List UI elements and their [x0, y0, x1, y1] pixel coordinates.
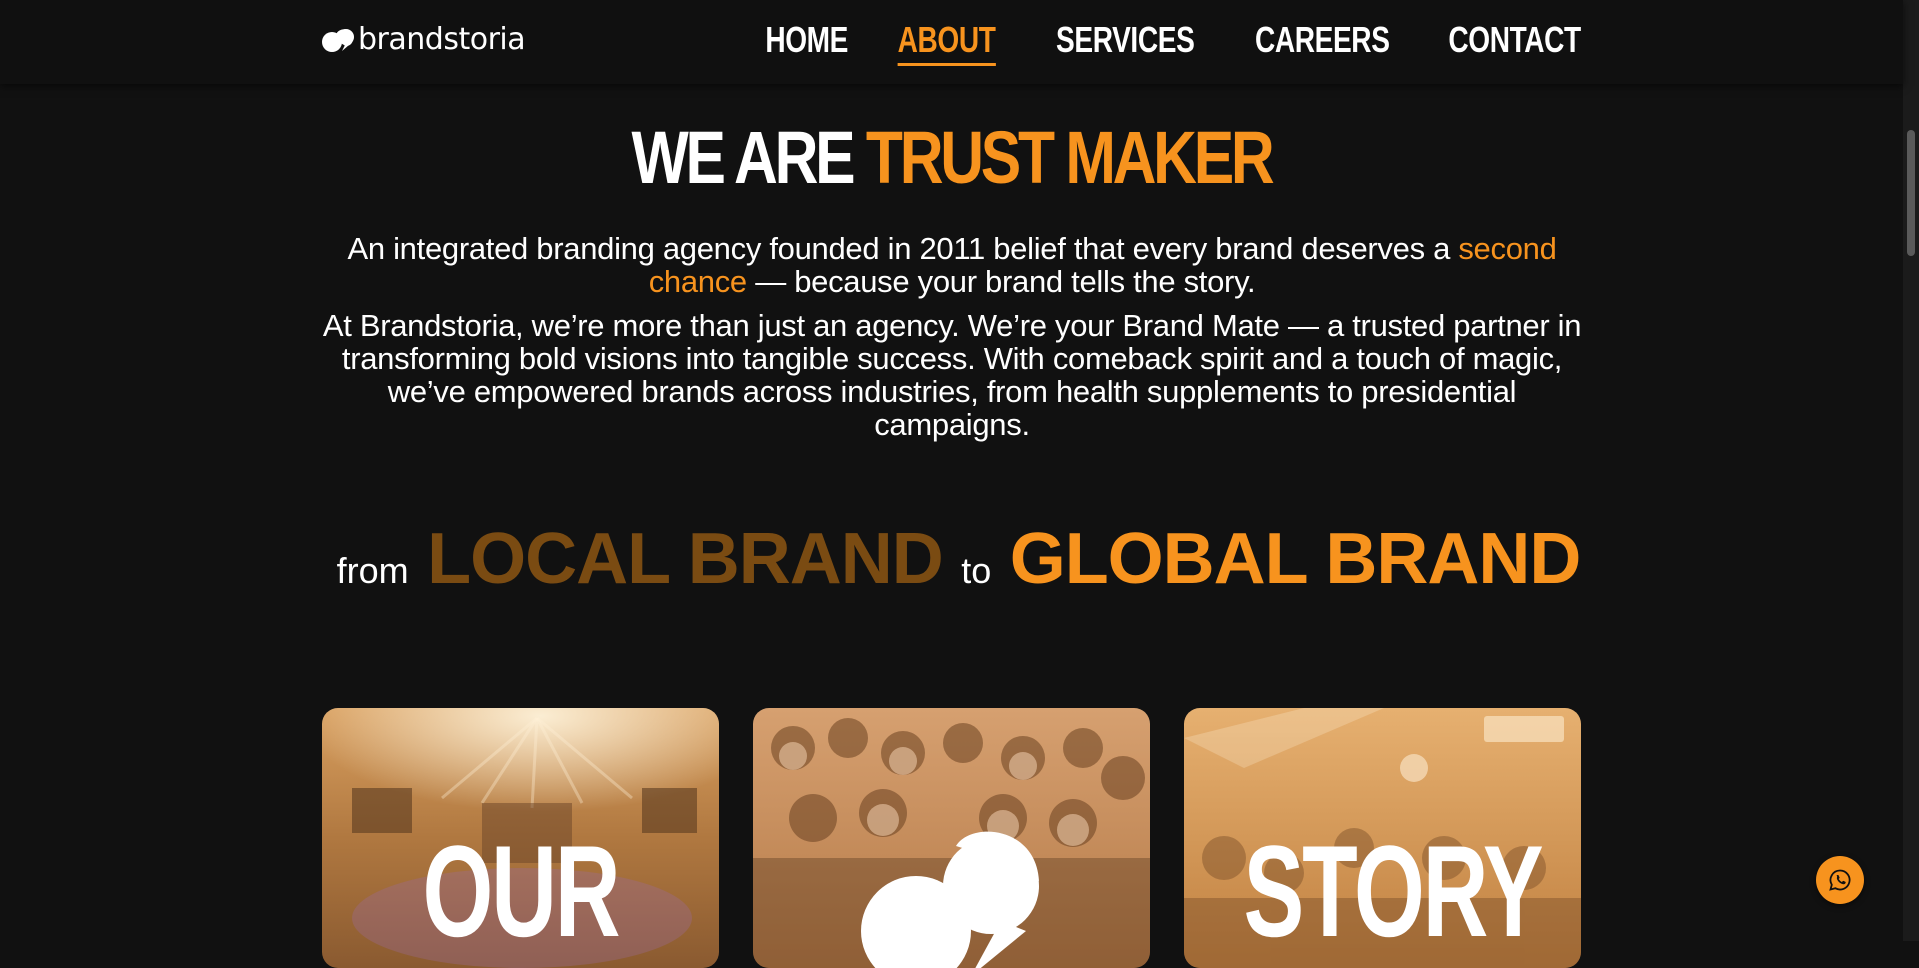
top-navigation: brandstoria HOME ABOUT SERVICES CAREERS …: [0, 0, 1903, 84]
nav-careers[interactable]: CAREERS: [1255, 18, 1390, 62]
whatsapp-icon: [1829, 869, 1851, 891]
tagline-from: from: [336, 550, 409, 591]
intro-1-tail: — because your brand tells the story.: [755, 264, 1256, 299]
scrollbar-thumb[interactable]: [1907, 130, 1915, 256]
brandstoria-logo-icon: [322, 29, 354, 52]
tagline: from LOCAL BRAND to GLOBAL BRAND: [0, 518, 1903, 600]
whatsapp-chat-button[interactable]: [1816, 856, 1864, 904]
card-word-our: OUR: [422, 818, 621, 964]
title-accent: TRUST MAKER: [865, 116, 1275, 199]
tagline-to: to: [961, 550, 992, 591]
nav-menu: HOME ABOUT SERVICES CAREERS CONTACT: [764, 18, 1582, 66]
card-word-story: STORY: [1243, 818, 1544, 964]
brand-name: brandstoria: [358, 22, 526, 57]
title-plain: WE ARE: [631, 116, 856, 199]
story-cards: OUR STORY: [322, 708, 1582, 968]
nav-home[interactable]: HOME: [765, 18, 848, 62]
tagline-global: GLOBAL BRAND: [1009, 519, 1582, 599]
nav-about[interactable]: ABOUT: [897, 18, 996, 66]
intro-paragraph-2: At Brandstoria, we’re more than just an …: [322, 308, 1582, 442]
intro-paragraph-1: An integrated branding agency founded in…: [322, 232, 1582, 298]
brandstoria-mark-icon: [861, 831, 1039, 968]
story-card-logo[interactable]: [753, 708, 1150, 968]
tagline-local: LOCAL BRAND: [427, 519, 944, 599]
story-card-story[interactable]: STORY: [1184, 708, 1581, 968]
nav-services[interactable]: SERVICES: [1056, 18, 1195, 62]
intro-text: An integrated branding agency founded in…: [322, 232, 1582, 452]
brand-logo[interactable]: brandstoria: [322, 22, 526, 57]
nav-contact[interactable]: CONTACT: [1449, 18, 1582, 62]
page-title: WE ARE TRUST MAKER: [171, 116, 1731, 200]
intro-1-text: An integrated branding agency founded in…: [347, 231, 1451, 266]
page-scrollbar[interactable]: [1903, 0, 1919, 941]
story-card-our[interactable]: OUR: [322, 708, 719, 968]
